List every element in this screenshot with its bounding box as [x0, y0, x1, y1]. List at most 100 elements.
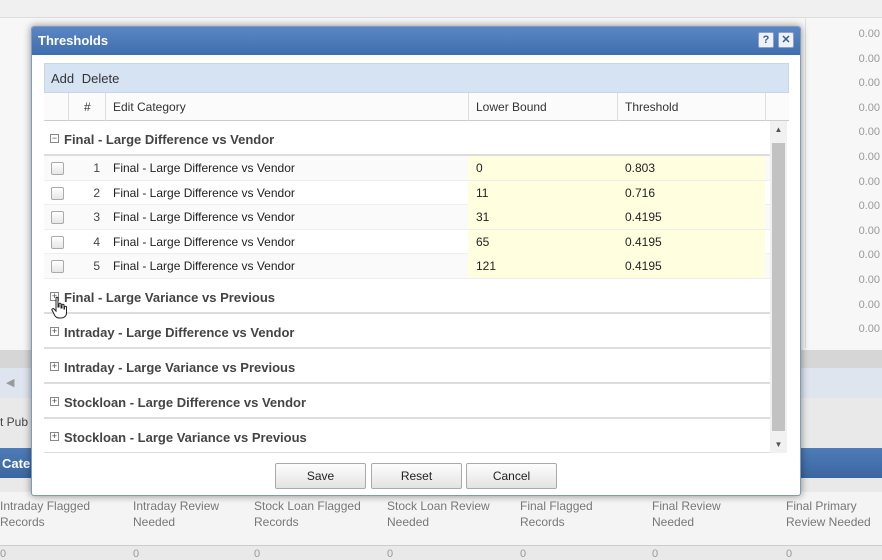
column-separator — [68, 93, 69, 121]
col-stockloan-flagged[interactable]: Stock Loan Flagged Records — [254, 498, 374, 530]
table-row[interactable]: 4 Final - Large Difference vs Vendor 65 … — [44, 229, 770, 255]
background-value: 0 — [254, 548, 261, 560]
background-cell-value: 0.00 — [858, 52, 880, 65]
cancel-button[interactable]: Cancel — [466, 463, 557, 489]
row-category[interactable]: Final - Large Difference vs Vendor — [113, 161, 295, 175]
group-label: Stockloan - Large Variance vs Previous — [64, 429, 307, 445]
row-category[interactable]: Final - Large Difference vs Vendor — [113, 235, 295, 249]
threshold-cell[interactable]: 0.4195 — [617, 205, 765, 230]
threshold-cell[interactable]: 0.716 — [617, 180, 765, 205]
background-value: 0 — [520, 548, 527, 560]
delete-button[interactable]: Delete — [82, 71, 120, 86]
group-final-large-variance-vs-previous[interactable]: + Final - Large Variance vs Previous — [44, 279, 770, 314]
row-number: 2 — [93, 185, 100, 200]
group-label: Final - Large Variance vs Previous — [64, 289, 275, 305]
expand-icon[interactable]: + — [50, 396, 59, 406]
background-value: 0 — [133, 548, 140, 560]
table-row[interactable]: 3 Final - Large Difference vs Vendor 31 … — [44, 205, 770, 230]
column-header-threshold[interactable]: Threshold — [625, 100, 678, 114]
background-cell-value: 0.00 — [858, 274, 880, 286]
threshold-cell[interactable]: 0.4195 — [617, 229, 765, 254]
col-final-primary-review[interactable]: Final Primary Review Needed — [786, 498, 882, 530]
column-separator — [765, 93, 766, 121]
dialog-toolbar: Add Delete — [44, 63, 789, 93]
grid-header: # Edit Category Lower Bound Threshold — [44, 93, 789, 121]
background-cell-value: 0.00 — [858, 298, 880, 311]
row-checkbox[interactable] — [51, 235, 64, 249]
dialog-titlebar[interactable]: Thresholds ? ✕ — [32, 27, 800, 55]
row-checkbox[interactable] — [51, 211, 64, 225]
vertical-scrollbar[interactable]: ▲ ▼ — [770, 121, 787, 453]
group-final-large-difference-vs-vendor[interactable]: − Final - Large Difference vs Vendor — [44, 121, 770, 156]
group-intraday-large-variance-vs-previous[interactable]: + Intraday - Large Variance vs Previous — [44, 349, 770, 384]
reset-button[interactable]: Reset — [371, 463, 462, 489]
table-row[interactable]: 5 Final - Large Difference vs Vendor 121… — [44, 254, 770, 279]
group-label: Final - Large Difference vs Vendor — [64, 132, 275, 147]
group-intraday-large-difference-vs-vendor[interactable]: + Intraday - Large Difference vs Vendor — [44, 314, 770, 349]
scroll-down-icon[interactable]: ▼ — [770, 440, 787, 449]
help-icon[interactable]: ? — [758, 32, 774, 48]
dialog-body: Add Delete # Edit Category Lower Bound T… — [44, 63, 789, 453]
lower-bound-cell[interactable]: 121 — [468, 254, 617, 279]
group-label: Intraday - Large Difference vs Vendor — [64, 324, 295, 340]
row-category[interactable]: Final - Large Difference vs Vendor — [113, 259, 295, 273]
expand-icon[interactable]: + — [50, 326, 59, 336]
background-values-row: 0 0 0 0 0 0 0 — [0, 546, 882, 560]
row-category[interactable]: Final - Large Difference vs Vendor — [113, 210, 295, 224]
row-number: 3 — [93, 210, 100, 225]
column-header-edit-category[interactable]: Edit Category — [113, 100, 186, 114]
lower-bound-cell[interactable]: 31 — [468, 205, 617, 230]
group-rows: 1 Final - Large Difference vs Vendor 0 0… — [44, 156, 770, 279]
add-button[interactable]: Add — [51, 71, 74, 86]
group-stockloan-large-variance-vs-previous[interactable]: + Stockloan - Large Variance vs Previous — [44, 419, 770, 453]
background-value: 0 — [652, 548, 659, 560]
row-number: 4 — [93, 234, 100, 249]
background-cell-value: 0.00 — [858, 224, 880, 237]
background-value: 0 — [786, 548, 793, 560]
threshold-cell[interactable]: 0.803 — [617, 156, 765, 180]
background-value-column: 0.00 0.00 0.00 0.00 0.00 0.00 0.00 0.00 0.00 0.00… — [805, 18, 882, 348]
column-separator — [617, 93, 618, 121]
column-separator — [105, 93, 106, 121]
group-stockloan-large-difference-vs-vendor[interactable]: + Stockloan - Large Difference vs Vendor — [44, 384, 770, 419]
hand-cursor-icon — [51, 296, 67, 319]
col-final-flagged[interactable]: Final Flagged Records — [520, 498, 630, 530]
background-cell-value: 0.00 — [858, 77, 880, 90]
col-stockloan-review[interactable]: Stock Loan Review Needed — [387, 498, 507, 530]
lower-bound-cell[interactable]: 11 — [468, 180, 617, 205]
dialog-buttons: Save Reset Cancel — [32, 461, 802, 491]
col-final-review[interactable]: Final Review Needed — [652, 498, 762, 530]
col-intraday-review[interactable]: Intraday Review Needed — [133, 498, 243, 530]
background-header-row — [0, 0, 882, 18]
table-row[interactable]: 1 Final - Large Difference vs Vendor 0 0… — [44, 156, 770, 181]
row-category[interactable]: Final - Large Difference vs Vendor — [113, 186, 295, 200]
collapse-icon[interactable]: − — [50, 134, 59, 143]
background-column-headers: Intraday Flagged Records Intraday Review… — [0, 492, 882, 546]
save-button[interactable]: Save — [275, 463, 366, 489]
group-label: Intraday - Large Variance vs Previous — [64, 359, 296, 375]
expand-icon[interactable]: + — [50, 431, 59, 441]
close-icon[interactable]: ✕ — [778, 32, 794, 48]
lower-bound-cell[interactable]: 0 — [468, 156, 617, 180]
background-value: 0 — [0, 548, 7, 560]
expand-icon[interactable]: + — [50, 361, 59, 371]
background-cell-value: 0.00 — [858, 28, 880, 40]
background-cell-value: 0.00 — [858, 126, 880, 139]
lower-bound-cell[interactable]: 65 — [468, 229, 617, 254]
scroll-up-icon[interactable]: ▲ — [770, 125, 787, 134]
column-header-lower-bound[interactable]: Lower Bound — [476, 100, 547, 114]
dialog-title: Thresholds — [38, 33, 109, 48]
threshold-cell[interactable]: 0.4195 — [617, 254, 765, 279]
row-checkbox[interactable] — [51, 162, 64, 175]
background-cell-value: 0.00 — [858, 323, 880, 336]
column-header-num[interactable]: # — [84, 100, 91, 114]
scroll-left-icon[interactable]: ◀ — [6, 376, 14, 389]
scroll-thumb[interactable] — [772, 143, 785, 431]
row-number: 1 — [93, 161, 100, 175]
table-row[interactable]: 2 Final - Large Difference vs Vendor 11 … — [44, 180, 770, 206]
row-checkbox[interactable] — [51, 260, 64, 274]
col-intraday-flagged[interactable]: Intraday Flagged Records — [0, 498, 120, 530]
row-checkbox[interactable] — [51, 186, 64, 200]
thresholds-dialog: Thresholds ? ✕ Add Delete # Edit Categor… — [31, 26, 801, 496]
background-category-title: Cate — [2, 456, 31, 471]
